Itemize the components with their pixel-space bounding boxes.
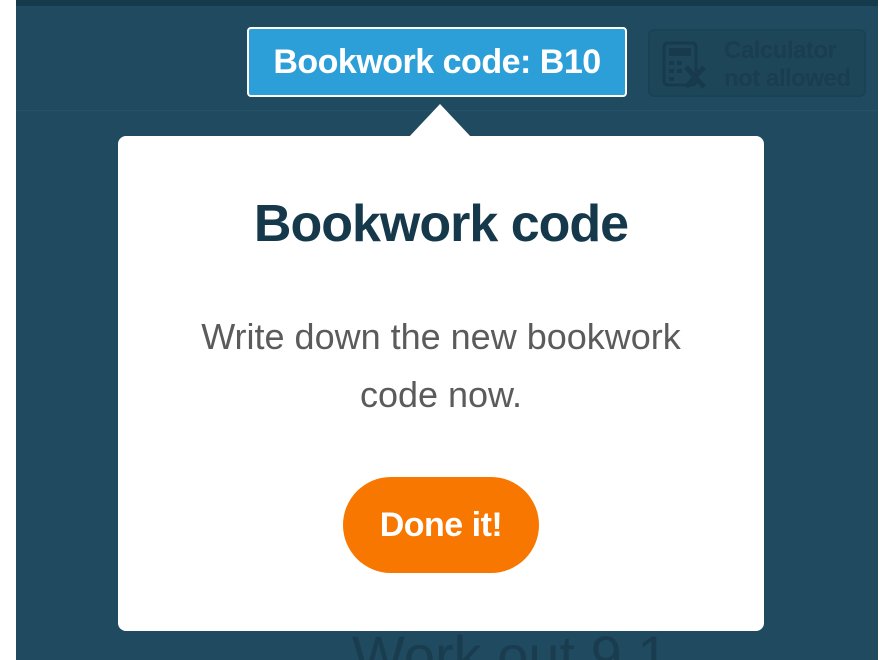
calculator-label-line2: not allowed (724, 65, 851, 92)
bookwork-code-badge[interactable]: Bookwork code: B10 (247, 27, 627, 97)
calculator-not-allowed-badge: Calculator not allowed (648, 29, 866, 97)
question-text: Work out 9 1 (352, 624, 669, 660)
top-strip (16, 0, 878, 6)
popover-title: Bookwork code (253, 195, 629, 253)
calculator-label: Calculator not allowed (724, 37, 864, 93)
calculator-crossed-icon (662, 41, 706, 89)
calculator-label-line1: Calculator (724, 37, 837, 64)
popover-arrow (408, 104, 472, 138)
bookwork-popover: Bookwork code Write down the new bookwor… (118, 136, 764, 631)
done-it-button[interactable]: Done it! (343, 477, 539, 573)
popover-message: Write down the new bookwork code now. (201, 316, 681, 415)
app-frame: Bookwork code: B10 Calculator not allowe… (16, 0, 878, 660)
